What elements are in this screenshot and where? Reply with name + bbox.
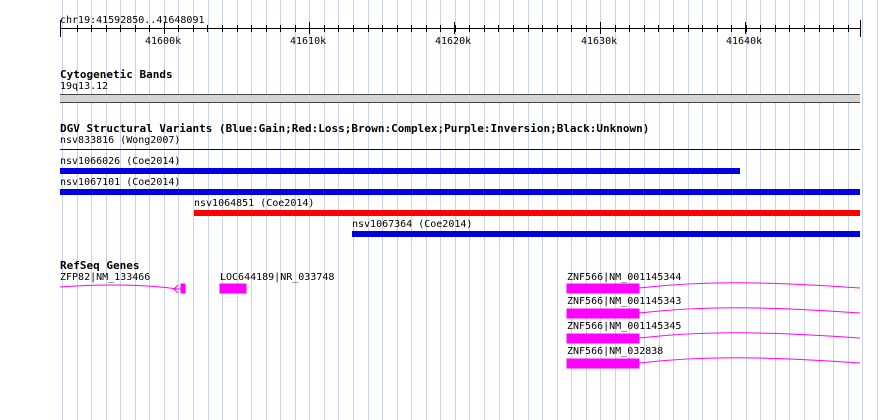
gene-model-loc644189[interactable] [219, 283, 247, 294]
gene-model-znf566-nm-001145343[interactable] [566, 307, 861, 319]
gene-model-znf566-nm-032838[interactable] [566, 357, 861, 369]
genome-browser-panel: chr19:41592850..41648091 41600k 41610k 4… [0, 0, 890, 420]
gene-model-znf566-nm-001145344[interactable] [566, 282, 861, 294]
gene-model-znf566-nm-001145345[interactable] [566, 332, 861, 344]
gene-models [59, 282, 861, 369]
gene-model-zfp82[interactable] [59, 283, 186, 294]
